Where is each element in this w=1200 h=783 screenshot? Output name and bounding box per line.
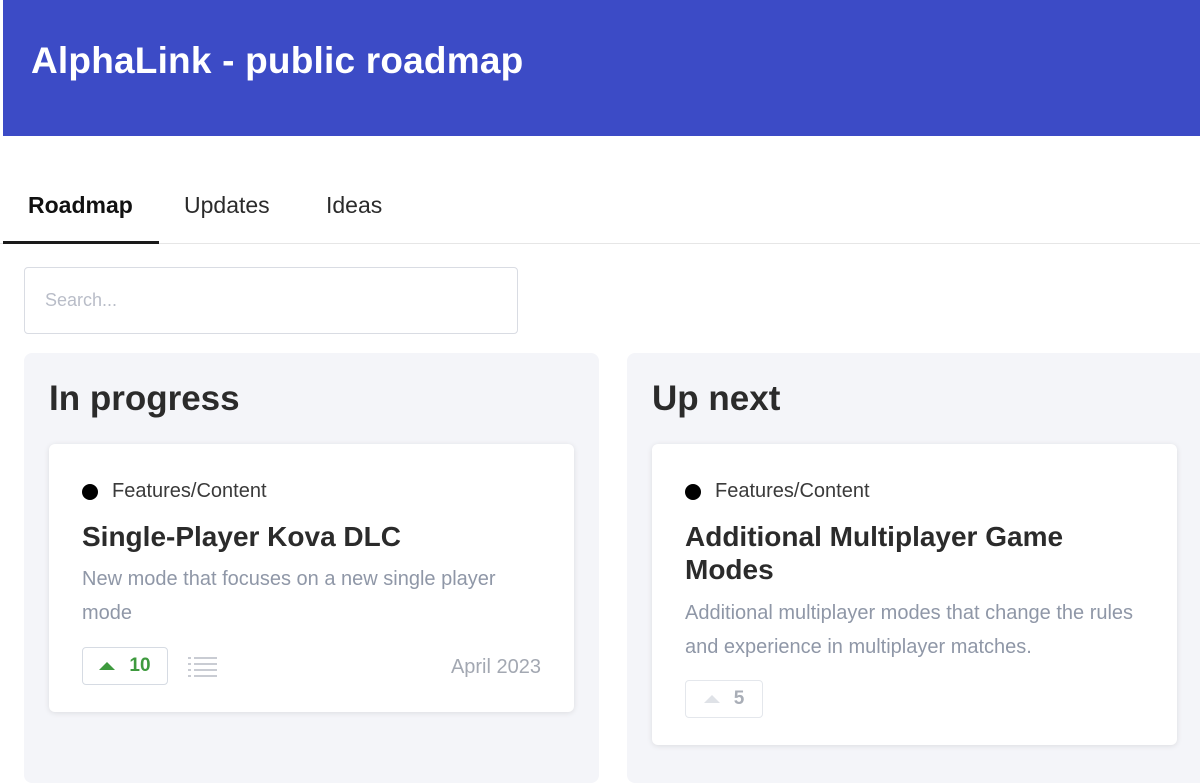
column-in-progress: In progress Features/Content Single-Play… (24, 353, 599, 783)
category-dot-icon (685, 483, 701, 500)
column-up-next: Up next Features/Content Additional Mult… (627, 353, 1200, 783)
tab-bar: Roadmap Updates Ideas (0, 137, 1200, 244)
page-title: AlphaLink - public roadmap (31, 40, 524, 81)
header-bar: AlphaLink - public roadmap (3, 0, 1200, 136)
card-title[interactable]: Single-Player Kova DLC (82, 520, 542, 553)
roadmap-card[interactable]: Features/Content Additional Multiplayer … (652, 444, 1177, 745)
card-description: New mode that focuses on a new single pl… (82, 568, 496, 624)
search-input[interactable] (24, 267, 518, 334)
category-label: Features/Content (715, 480, 870, 502)
tab-updates[interactable]: Updates (184, 192, 270, 219)
category-label: Features/Content (112, 480, 267, 502)
upvote-button[interactable]: 5 (685, 680, 763, 718)
upvote-arrow-icon (99, 662, 116, 670)
list-icon[interactable] (188, 656, 218, 682)
vote-count: 5 (733, 688, 745, 709)
column-title: Up next (652, 379, 781, 418)
category-tag: Features/Content (82, 480, 267, 503)
roadmap-card[interactable]: Features/Content Single-Player Kova DLC … (49, 444, 574, 712)
tab-roadmap[interactable]: Roadmap (28, 192, 133, 219)
upvote-button[interactable]: 10 (82, 647, 168, 685)
column-title: In progress (49, 379, 240, 418)
card-title[interactable]: Additional Multiplayer Game Modes (685, 520, 1145, 586)
active-tab-indicator (3, 241, 159, 244)
card-description: Additional multiplayer modes that change… (685, 602, 1134, 658)
card-date: April 2023 (450, 656, 541, 678)
vote-count: 10 (129, 655, 151, 676)
upvote-arrow-icon (703, 695, 720, 703)
category-tag: Features/Content (685, 480, 870, 503)
category-dot-icon (82, 483, 98, 500)
tab-ideas[interactable]: Ideas (326, 192, 382, 219)
